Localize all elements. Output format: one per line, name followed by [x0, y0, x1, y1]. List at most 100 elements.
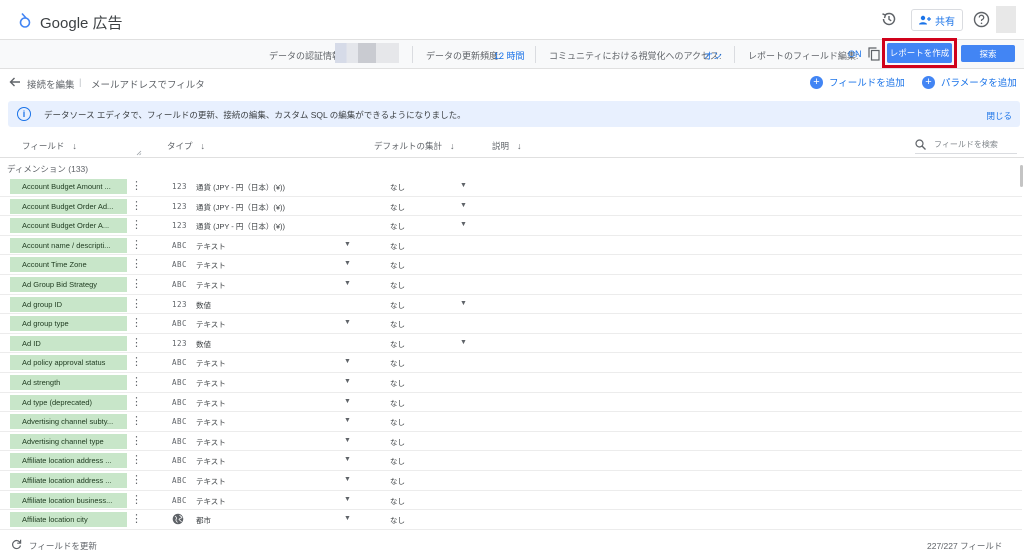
field-type-select[interactable]: テキスト [196, 437, 226, 448]
chevron-down-icon[interactable]: ▼ [344, 319, 351, 326]
aggregation-select[interactable]: なし [390, 339, 405, 350]
field-name-chip[interactable]: Account Budget Order A... [10, 218, 127, 234]
avatar[interactable] [996, 6, 1016, 33]
field-name-chip[interactable]: Account name / descripti... [10, 237, 127, 253]
add-field-button[interactable]: + フィールドを追加 [810, 75, 905, 89]
field-name-chip[interactable]: Ad group type [10, 316, 127, 332]
field-type-select[interactable]: テキスト [196, 260, 226, 271]
share-button[interactable]: 共有 [911, 9, 963, 31]
chevron-down-icon[interactable]: ▼ [344, 476, 351, 483]
field-type-select[interactable]: テキスト [196, 378, 226, 389]
explore-button[interactable]: 探索 [961, 45, 1015, 62]
chevron-down-icon[interactable]: ▼ [344, 515, 351, 522]
more-vert-icon[interactable]: ⋮ [131, 512, 142, 527]
field-name-chip[interactable]: Account Budget Amount ... [10, 179, 127, 194]
field-type-select[interactable]: テキスト [196, 476, 226, 487]
column-header-type[interactable]: タイプ ↓ [167, 140, 205, 152]
chevron-down-icon[interactable]: ▼ [460, 221, 467, 228]
resize-handle-icon[interactable] [136, 150, 142, 156]
field-type-select[interactable]: テキスト [196, 280, 226, 291]
field-type-select[interactable]: 数値 [196, 300, 211, 311]
field-type-select[interactable]: テキスト [196, 496, 226, 507]
field-type-select[interactable]: 都市 [196, 515, 211, 526]
field-name-chip[interactable]: Advertising channel subty... [10, 414, 127, 430]
field-type-select[interactable]: 通貨 (JPY - 円（日本）(¥)) [196, 202, 285, 213]
chevron-down-icon[interactable]: ▼ [344, 260, 351, 267]
back-arrow-icon[interactable] [9, 76, 21, 88]
chevron-down-icon[interactable]: ▼ [344, 496, 351, 503]
field-name-chip[interactable]: Affiliate location business... [10, 492, 127, 508]
field-name-chip[interactable]: Affiliate location address ... [10, 472, 127, 488]
refresh-frequency-link[interactable]: 12 時間 [494, 49, 525, 62]
field-type-select[interactable]: テキスト [196, 398, 226, 409]
field-name-chip[interactable]: Ad group ID [10, 296, 127, 312]
chevron-down-icon[interactable]: ▼ [344, 241, 351, 248]
chevron-down-icon[interactable]: ▼ [460, 182, 467, 189]
add-parameter-button[interactable]: + パラメータを追加 [922, 75, 1017, 89]
field-name-chip[interactable]: Affiliate location address ... [10, 453, 127, 469]
field-type-select[interactable]: テキスト [196, 241, 226, 252]
more-vert-icon[interactable]: ⋮ [131, 277, 142, 292]
edit-connection-link[interactable]: 接続を編集 [27, 77, 75, 91]
chevron-down-icon[interactable]: ▼ [460, 202, 467, 209]
field-name-chip[interactable]: Ad Group Bid Strategy [10, 276, 127, 292]
chevron-down-icon[interactable]: ▼ [344, 358, 351, 365]
copy-icon[interactable] [868, 47, 880, 61]
chevron-down-icon[interactable]: ▼ [460, 339, 467, 346]
field-type-select[interactable]: 通貨 (JPY - 円（日本）(¥)) [196, 182, 285, 193]
chevron-down-icon[interactable]: ▼ [344, 280, 351, 287]
more-vert-icon[interactable]: ⋮ [131, 179, 142, 194]
field-type-select[interactable]: 数値 [196, 339, 211, 350]
community-access-link[interactable]: オン [704, 49, 722, 62]
history-icon[interactable] [880, 10, 898, 28]
more-vert-icon[interactable]: ⋮ [131, 297, 142, 312]
column-header-description[interactable]: 説明 ↓ [492, 140, 522, 152]
more-vert-icon[interactable]: ⋮ [131, 395, 142, 410]
more-vert-icon[interactable]: ⋮ [131, 199, 142, 214]
field-type-select[interactable]: テキスト [196, 456, 226, 467]
field-edit-link[interactable]: ON [848, 49, 862, 59]
more-vert-icon[interactable]: ⋮ [131, 375, 142, 390]
more-vert-icon[interactable]: ⋮ [131, 238, 142, 253]
chevron-down-icon[interactable]: ▼ [344, 398, 351, 405]
more-vert-icon[interactable]: ⋮ [131, 493, 142, 508]
chevron-down-icon[interactable]: ▼ [344, 437, 351, 444]
field-type-select[interactable]: テキスト [196, 358, 226, 369]
more-vert-icon[interactable]: ⋮ [131, 316, 142, 331]
chevron-down-icon[interactable]: ▼ [460, 300, 467, 307]
field-type-select[interactable]: テキスト [196, 417, 226, 428]
aggregation-select[interactable]: なし [390, 300, 405, 311]
aggregation-select[interactable]: なし [390, 182, 405, 193]
filter-by-email-link[interactable]: メールアドレスでフィルタ [91, 77, 205, 91]
field-name-chip[interactable]: Advertising channel type [10, 433, 127, 449]
field-type-select[interactable]: 通貨 (JPY - 円（日本）(¥)) [196, 221, 285, 232]
aggregation-select[interactable]: なし [390, 202, 405, 213]
field-name-chip[interactable]: Ad type (deprecated) [10, 394, 127, 410]
more-vert-icon[interactable]: ⋮ [131, 336, 142, 351]
more-vert-icon[interactable]: ⋮ [131, 257, 142, 272]
refresh-icon[interactable] [11, 539, 22, 550]
column-header-default-aggregation[interactable]: デフォルトの集計 ↓ [374, 140, 455, 152]
banner-close-link[interactable]: 閉じる [986, 110, 1012, 122]
more-vert-icon[interactable]: ⋮ [131, 453, 142, 468]
more-vert-icon[interactable]: ⋮ [131, 414, 142, 429]
create-report-button[interactable]: レポートを作成 [887, 43, 952, 63]
help-icon[interactable] [973, 11, 990, 28]
refresh-fields-link[interactable]: フィールドを更新 [29, 540, 97, 552]
credentials-value[interactable] [335, 43, 399, 63]
chevron-down-icon[interactable]: ▼ [344, 378, 351, 385]
field-name-chip[interactable]: Ad ID [10, 335, 127, 351]
column-header-field[interactable]: フィールド ↓ [22, 140, 77, 152]
chevron-down-icon[interactable]: ▼ [344, 417, 351, 424]
aggregation-select[interactable]: なし [390, 221, 405, 232]
field-name-chip[interactable]: Account Budget Order Ad... [10, 198, 127, 214]
field-name-chip[interactable]: Ad policy approval status [10, 355, 127, 371]
field-name-chip[interactable]: Account Time Zone [10, 257, 127, 273]
more-vert-icon[interactable]: ⋮ [131, 355, 142, 370]
field-type-select[interactable]: テキスト [196, 319, 226, 330]
more-vert-icon[interactable]: ⋮ [131, 473, 142, 488]
more-vert-icon[interactable]: ⋮ [131, 434, 142, 449]
more-vert-icon[interactable]: ⋮ [131, 218, 142, 233]
chevron-down-icon[interactable]: ▼ [344, 456, 351, 463]
scrollbar[interactable] [1020, 165, 1023, 187]
